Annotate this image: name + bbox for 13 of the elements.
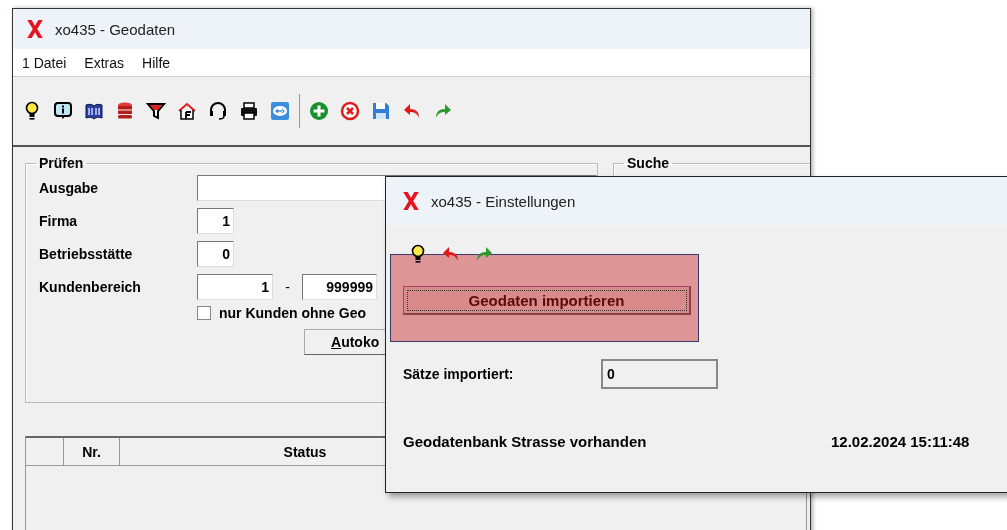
checkbox-label: nur Kunden ohne Geo xyxy=(219,305,366,321)
window-title: xo435 - Geodaten xyxy=(55,20,176,38)
group-title: Prüfen xyxy=(38,155,85,171)
field-label: Ausgabe xyxy=(39,179,100,196)
count-field: 0 xyxy=(601,359,718,389)
field-label: Kundenbereich xyxy=(39,278,142,295)
range-separator: - xyxy=(284,278,291,295)
timestamp: 12.02.2024 15:11:48 xyxy=(831,433,970,450)
group-title: Suche xyxy=(626,155,670,171)
field-label: Firma xyxy=(39,212,79,229)
window-title: xo435 - Einstellungen xyxy=(431,192,576,210)
field-label: Betriebsstätte xyxy=(39,245,134,262)
field-label: Sätze importiert: xyxy=(403,366,515,382)
